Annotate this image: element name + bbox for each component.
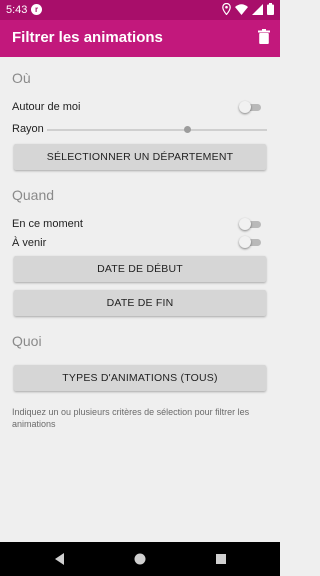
signal-icon (252, 3, 263, 15)
switch-thumb (239, 236, 251, 248)
section-where-heading: Où (12, 70, 31, 86)
back-icon[interactable] (52, 551, 68, 567)
hint-text: Indiquez un ou plusieurs critères de sél… (12, 407, 250, 429)
select-department-button[interactable]: Sélectionner un département (14, 144, 266, 170)
end-date-button[interactable]: Date de fin (14, 290, 266, 316)
navigation-bar (0, 542, 280, 576)
radius-slider[interactable] (47, 126, 267, 133)
home-icon[interactable] (132, 551, 148, 567)
animation-types-button[interactable]: Types d'animations (tous) (14, 365, 266, 391)
trash-icon[interactable] (258, 29, 270, 44)
start-date-button[interactable]: Date de début (14, 256, 266, 282)
wifi-icon (235, 3, 248, 15)
app-bar: Filtrer les animations (0, 20, 280, 57)
switch-thumb (239, 218, 251, 230)
now-switch[interactable] (239, 218, 261, 230)
battery-icon (267, 3, 274, 15)
app-notification-icon: r (31, 4, 42, 15)
recents-icon[interactable] (213, 551, 229, 567)
status-icons (222, 3, 274, 15)
section-when-heading: Quand (12, 187, 55, 203)
upcoming-label: À venir (12, 237, 47, 249)
location-icon (222, 3, 231, 15)
slider-thumb[interactable] (184, 126, 192, 133)
around-me-switch[interactable] (239, 101, 261, 113)
around-me-label: Autour de moi (12, 101, 81, 113)
slider-track (47, 129, 267, 131)
section-what-heading: Quoi (12, 333, 42, 349)
switch-thumb (239, 101, 251, 113)
radius-label: Rayon (12, 123, 44, 135)
page-title: Filtrer les animations (12, 29, 163, 46)
upcoming-switch[interactable] (239, 236, 261, 248)
now-label: En ce moment (12, 218, 83, 230)
status-bar: 5:43 r (0, 0, 280, 20)
status-time: 5:43 (6, 4, 28, 16)
